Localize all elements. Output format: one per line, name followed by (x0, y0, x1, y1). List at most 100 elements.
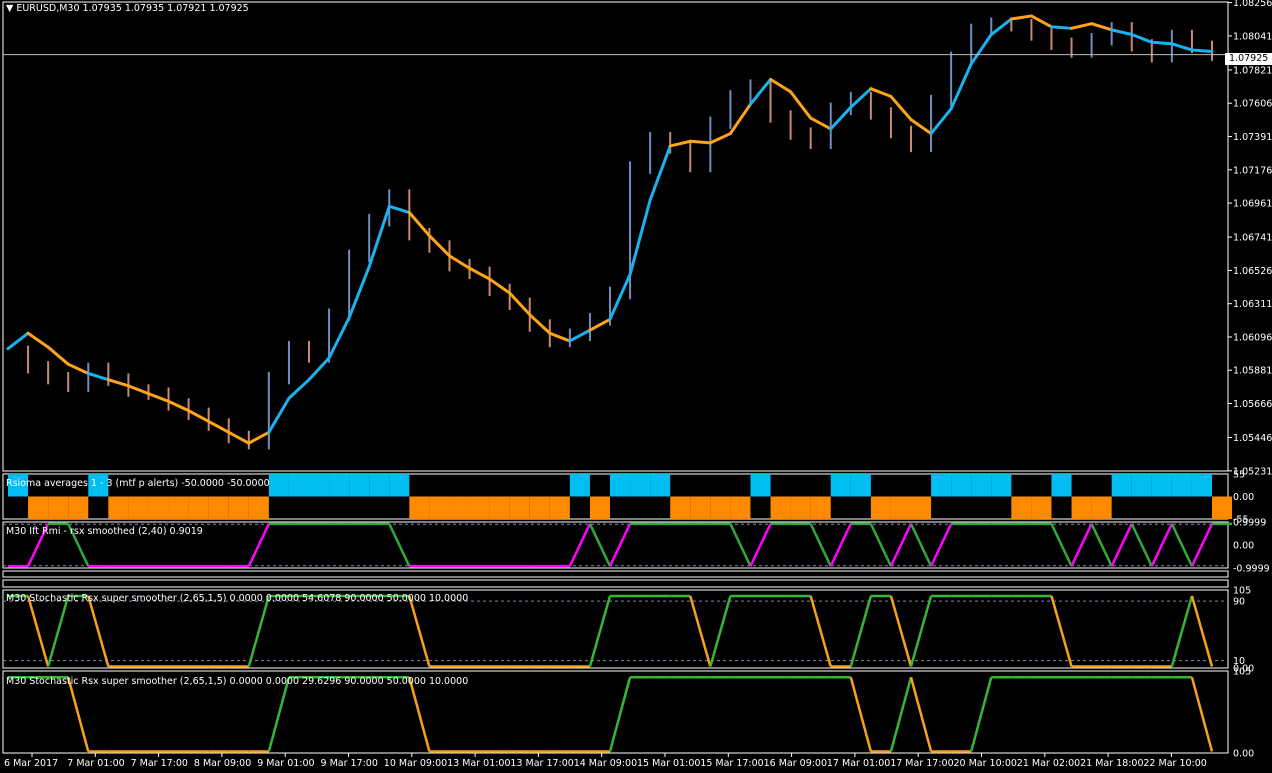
rsioma-y-label: 0.00 (1233, 492, 1254, 503)
histogram-bar-down (409, 496, 430, 519)
trend-line-segment (1190, 48, 1214, 54)
histogram-bar-down (108, 496, 129, 519)
trend-line-segment (769, 77, 793, 94)
histogram-bar-down (208, 496, 229, 519)
trend-line-segment (6, 331, 30, 351)
trend-line-segment (1029, 14, 1053, 29)
y-tick-label: 1.06096 (1233, 332, 1272, 343)
y-tick-label: 1.07821 (1233, 65, 1272, 76)
trend-line-segment (307, 356, 331, 382)
y-tick-label: 1.05881 (1233, 366, 1272, 377)
trend-line-segment (287, 378, 311, 400)
stochastic-segment (588, 595, 612, 667)
ift-rmi-segment (729, 523, 752, 567)
ift-rmi-segment (809, 523, 832, 567)
trend-line-segment (648, 144, 672, 202)
stochastic-segment (408, 676, 431, 752)
stochastic-segment (46, 595, 70, 667)
stochastic-segment (87, 595, 110, 667)
histogram-bar-down (469, 496, 490, 519)
trend-line-segment (508, 291, 532, 317)
x-tick-label: 17 Mar 17:00 (890, 758, 953, 769)
y-tick-label: 1.07176 (1233, 165, 1272, 176)
trend-line-segment (126, 384, 150, 396)
histogram-bar-down (1212, 496, 1233, 519)
y-tick-label: 1.06311 (1233, 299, 1272, 310)
histogram-bar-down (549, 496, 570, 519)
x-tick-label: 20 Mar 10:00 (954, 758, 1017, 769)
trend-line-segment (66, 362, 90, 375)
y-tick-label: 1.08041 (1233, 31, 1272, 42)
histogram-bar-down (1011, 496, 1032, 519)
histogram-bar-down (589, 496, 610, 519)
trend-line-segment (447, 254, 472, 270)
histogram-bar-down (1031, 496, 1052, 519)
histogram-bar-up (349, 474, 370, 497)
trend-line-segment (969, 33, 993, 66)
histogram-bar-up (971, 474, 992, 497)
trend-line-segment (989, 17, 1013, 37)
histogram-bar-down (228, 496, 249, 519)
trend-line-segment (869, 87, 893, 98)
x-tick-label: 10 Mar 09:00 (384, 758, 447, 769)
stochastic-segment (889, 595, 913, 667)
trend-line-segment (668, 139, 692, 148)
trend-line-segment (688, 139, 712, 145)
histogram-bar-up (369, 474, 390, 497)
stochastic-y-label: 0.00 (1233, 749, 1254, 760)
stochastic-segment (267, 676, 291, 752)
stochastic-segment (809, 595, 832, 667)
ift-rmi-segment (1170, 523, 1194, 567)
histogram-bar-up (1111, 474, 1132, 497)
ift-rmi-segment (588, 523, 612, 567)
stochastic-segment (66, 676, 90, 752)
ift-rmi-segment (608, 523, 632, 567)
histogram-bar-down (870, 496, 891, 519)
trend-line-segment (1049, 25, 1074, 30)
histogram-bar-down (449, 496, 470, 519)
stochastic-segment (1050, 595, 1073, 667)
stochastic-segment (1190, 676, 1214, 752)
y-tick-label: 1.06961 (1233, 199, 1272, 210)
trend-line-segment (227, 430, 251, 445)
dropdown-triangle-icon[interactable]: ▼ (6, 3, 13, 14)
histogram-bar-up (268, 474, 289, 497)
histogram-bar-up (1131, 474, 1152, 497)
trend-line-segment (548, 331, 572, 343)
chart-canvas: 1.08256 1.08041 1.07821 1.07606 1.07391 1.071… (2, 0, 1272, 769)
histogram-bar-up (610, 474, 631, 497)
trend-line-segment (1170, 42, 1194, 52)
trend-line-segment (708, 132, 732, 145)
trend-line-segment (809, 116, 833, 131)
trend-line-segment (1150, 40, 1174, 46)
y-tick-label: 1.07606 (1233, 99, 1272, 110)
trend-line-segment (1070, 22, 1094, 30)
histogram-bar-down (168, 496, 189, 519)
histogram-bar-down (810, 496, 831, 519)
trend-line-segment (468, 266, 492, 281)
stochastic-segment (849, 595, 873, 667)
histogram-bar-up (951, 474, 972, 497)
trend-line-segment (387, 204, 411, 215)
histogram-bar-down (489, 496, 510, 519)
x-tick-label: 21 Mar 02:00 (1017, 758, 1080, 769)
histogram-bar-up (329, 474, 350, 497)
ift-rmi-segment (929, 523, 953, 567)
y-tick-label: 1.06526 (1233, 266, 1272, 277)
trend-line-segment (26, 331, 50, 349)
histogram-bar-down (248, 496, 269, 519)
histogram-bar-down (529, 496, 550, 519)
stochastic-segment (709, 595, 732, 667)
histogram-bar-down (509, 496, 530, 519)
trend-line-segment (247, 430, 271, 445)
ift-rmi-segment (568, 523, 592, 567)
y-tick-label: 1.05446 (1233, 433, 1272, 444)
histogram-bar-down (28, 496, 49, 519)
histogram-bar-up (569, 474, 590, 497)
current-price-label: 1.07925 (1225, 53, 1272, 65)
histogram-bar-down (730, 496, 751, 519)
y-tick-label: 1.07391 (1233, 132, 1272, 143)
stochastic-2-title: M30 Stochastic Rsx super smoother (2,65,… (6, 676, 469, 687)
x-tick-label: 15 Mar 17:00 (700, 758, 763, 769)
trend-line-segment (728, 102, 752, 136)
